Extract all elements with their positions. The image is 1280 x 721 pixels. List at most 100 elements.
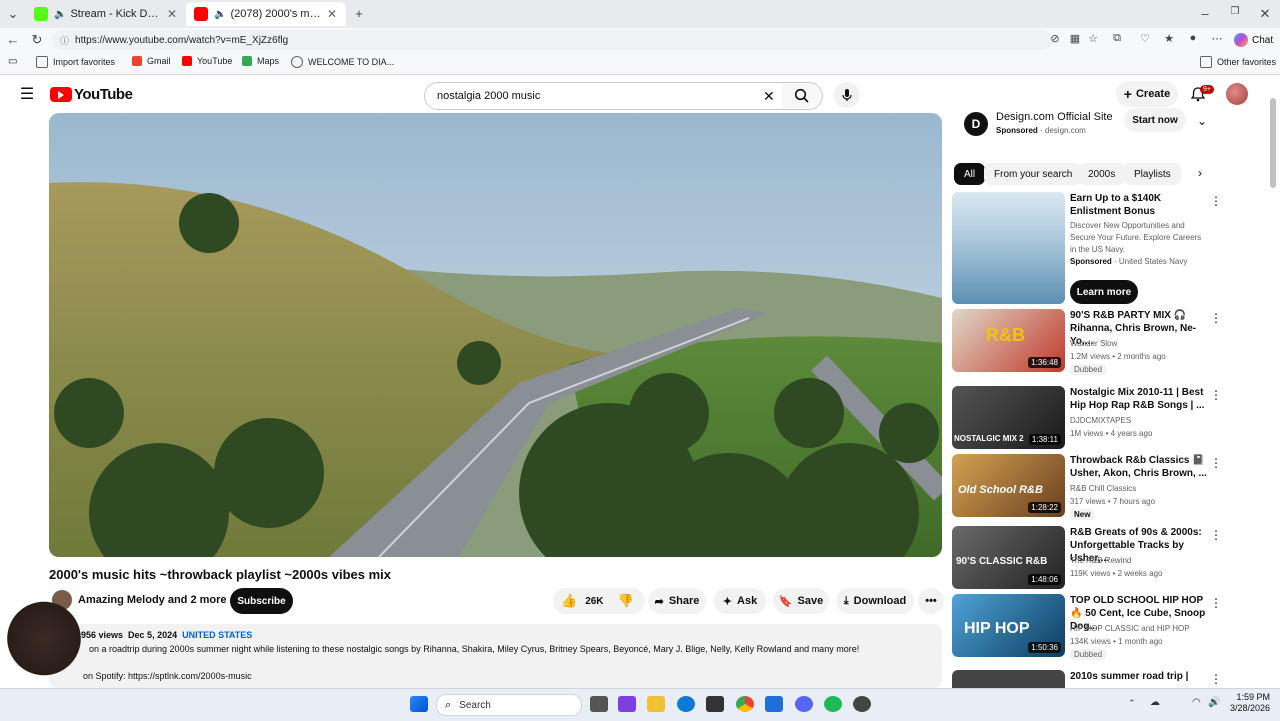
share-button[interactable]: ➦ Share <box>648 588 706 614</box>
list-item[interactable]: 90'S CLASSIC R&B 1:48:06 R&B Greats of 9… <box>952 526 1268 592</box>
app-available-icon[interactable]: ▦ <box>1066 32 1084 45</box>
list-item[interactable]: NOSTALGIC MIX 2 1:38:11 Nostalgic Mix 20… <box>952 386 1268 452</box>
scrollbar-thumb[interactable] <box>1270 98 1276 188</box>
youtube-logo[interactable]: YouTube <box>50 86 133 103</box>
more-vertical-icon[interactable]: ⋮ <box>1210 596 1222 610</box>
bookmark-import-favorites[interactable]: Import favorites <box>36 56 115 68</box>
channel-name[interactable]: R&B Chill Classics <box>1070 484 1136 493</box>
dislike-icon[interactable]: 👎 <box>618 593 634 609</box>
list-item[interactable]: Old School R&B 1:28:22 Throwback R&b Cla… <box>952 454 1268 520</box>
chip-2000s[interactable]: 2000s <box>1078 163 1126 185</box>
promo-card[interactable]: Earn Up to a $140K Enlistment Bonus Disc… <box>952 192 1268 304</box>
favorites-icon[interactable]: ★ <box>1160 32 1178 45</box>
more-vertical-icon[interactable]: ⋮ <box>1210 388 1222 402</box>
more-vertical-icon[interactable]: ⋮ <box>1210 672 1222 686</box>
menu-icon[interactable]: ☰ <box>18 86 36 103</box>
mail-icon[interactable] <box>765 696 783 712</box>
subscribe-button[interactable]: Subscribe <box>230 588 293 614</box>
promo-title[interactable]: Earn Up to a $140K Enlistment Bonus <box>1070 192 1210 218</box>
translate-icon[interactable]: ⊘ <box>1046 32 1064 45</box>
other-favorites[interactable]: Other favorites <box>1200 56 1276 68</box>
like-icon[interactable]: 👍 <box>561 593 577 609</box>
video-thumbnail[interactable]: R&B 1:36:48 <box>952 309 1065 372</box>
search-button[interactable] <box>782 82 823 110</box>
channel-name[interactable]: Amazing Melody and 2 more <box>78 594 227 606</box>
ad-start-now-button[interactable]: Start now <box>1124 108 1186 132</box>
more-actions-button[interactable]: ••• <box>918 588 944 614</box>
more-vertical-icon[interactable]: ⋮ <box>1210 528 1222 542</box>
list-item[interactable]: R&B 1:36:48 90'S R&B PARTY MIX 🎧 Rihanna… <box>952 309 1268 375</box>
back-icon[interactable]: ← <box>4 32 22 47</box>
tab-kick-dashboard[interactable]: 🔈 Stream - Kick Dashboard ✕ <box>26 2 186 26</box>
bookmark-maps[interactable]: Maps <box>242 56 279 66</box>
chevron-right-icon[interactable]: › <box>1198 166 1202 180</box>
chip-playlists[interactable]: Playlists <box>1124 163 1181 185</box>
download-button[interactable]: ⤓ Download <box>836 588 914 614</box>
channel-name[interactable]: Wander Slow <box>1070 339 1117 348</box>
search-box[interactable]: ✕ <box>424 82 792 110</box>
learn-more-button[interactable]: Learn more <box>1070 280 1138 304</box>
wifi-icon[interactable]: ◠ <box>1192 697 1201 708</box>
voice-search-button[interactable] <box>834 82 860 108</box>
create-button[interactable]: + Create <box>1116 81 1178 107</box>
more-vertical-icon[interactable]: ⋮ <box>1210 194 1222 208</box>
site-info-icon[interactable]: ⓘ <box>60 34 69 47</box>
close-tab-icon[interactable]: ✕ <box>164 7 180 21</box>
taskbar-search[interactable]: ⌕ Search <box>436 694 582 716</box>
ask-button[interactable]: ✦ Ask <box>714 588 766 614</box>
discord-icon[interactable] <box>795 696 813 712</box>
video-thumbnail[interactable] <box>952 670 1065 688</box>
video-thumbnail[interactable]: Old School R&B 1:28:22 <box>952 454 1065 517</box>
settings-more-icon[interactable]: ⋯ <box>1208 32 1226 45</box>
restore-icon[interactable]: ❐ <box>1226 6 1244 17</box>
clock[interactable]: 1:59 PM 3/28/2026 <box>1226 692 1270 714</box>
close-tab-icon[interactable]: ✕ <box>324 7 340 21</box>
channel-name[interactable]: The R&B Rewind <box>1070 556 1131 565</box>
tray-cloud-icon[interactable]: ☁ <box>1150 697 1160 708</box>
promo-thumbnail[interactable] <box>952 192 1065 304</box>
task-view-icon[interactable] <box>590 696 608 712</box>
channel-name[interactable]: HIP HOP CLASSIC and HIP HOP <box>1070 624 1190 633</box>
more-vertical-icon[interactable]: ⋮ <box>1210 456 1222 470</box>
list-item[interactable]: 2010s summer road trip | ⋮ <box>952 670 1268 688</box>
start-icon[interactable] <box>410 696 428 712</box>
ad-title[interactable]: Design.com Official Site <box>996 111 1113 123</box>
browser-essentials-icon[interactable]: ♡ <box>1136 32 1154 45</box>
list-item[interactable]: HIP HOP 1:50:36 TOP OLD SCHOOL HIP HOP 🔥… <box>952 594 1268 660</box>
refresh-icon[interactable]: ↻ <box>28 32 46 48</box>
new-tab-icon[interactable]: + <box>350 6 368 21</box>
spotify-icon[interactable] <box>824 696 842 712</box>
store-icon[interactable] <box>706 696 724 712</box>
video-title[interactable]: 2010s summer road trip | <box>1070 670 1210 683</box>
app-icon[interactable] <box>618 696 636 712</box>
video-thumbnail[interactable]: HIP HOP 1:50:36 <box>952 594 1065 657</box>
obs-icon[interactable] <box>853 696 871 712</box>
clear-search-icon[interactable]: ✕ <box>763 88 775 105</box>
copilot-chat-button[interactable]: Chat <box>1234 33 1273 47</box>
minimize-icon[interactable]: – <box>1196 6 1214 21</box>
volume-icon[interactable]: 🔊 <box>1208 697 1220 708</box>
url-text[interactable]: https://www.youtube.com/watch?v=mE_XjZz6… <box>75 35 288 46</box>
video-player[interactable] <box>49 113 942 557</box>
tab-youtube[interactable]: 🔈 (2078) 2000's music hits ~throwback pl… <box>186 2 346 26</box>
video-thumbnail[interactable]: NOSTALGIC MIX 2 1:38:11 <box>952 386 1065 449</box>
chevron-down-icon[interactable]: ⌄ <box>1197 114 1207 128</box>
url-bar[interactable]: ⓘ https://www.youtube.com/watch?v=mE_XjZ… <box>52 30 1052 50</box>
more-vertical-icon[interactable]: ⋮ <box>1210 311 1222 325</box>
chip-from-your-search[interactable]: From your search <box>984 163 1083 185</box>
profile-icon[interactable]: ● <box>1184 32 1202 44</box>
search-input[interactable] <box>435 89 759 103</box>
favorite-star-icon[interactable]: ☆ <box>1084 32 1102 45</box>
location-link[interactable]: UNITED STATES <box>182 630 252 640</box>
channel-name[interactable]: DJDCMIXTAPES <box>1070 416 1131 425</box>
save-button[interactable]: 🔖 Save <box>773 588 829 614</box>
tray-chevron-icon[interactable]: ⌃ <box>1128 698 1136 709</box>
video-thumbnail[interactable]: 90'S CLASSIC R&B 1:48:06 <box>952 526 1065 589</box>
close-window-icon[interactable]: ✕ <box>1256 6 1274 22</box>
description-box[interactable]: 956 views Dec 5, 2024 UNITED STATES on a… <box>49 624 942 688</box>
video-title[interactable]: Nostalgic Mix 2010-11 | Best Hip Hop Rap… <box>1070 386 1210 412</box>
like-count[interactable]: 26K <box>585 596 603 607</box>
video-title[interactable]: Throwback R&b Classics 📓 Usher, Akon, Ch… <box>1070 454 1210 480</box>
edge-icon[interactable] <box>677 696 695 712</box>
reading-view-icon[interactable]: ▭ <box>8 56 17 67</box>
